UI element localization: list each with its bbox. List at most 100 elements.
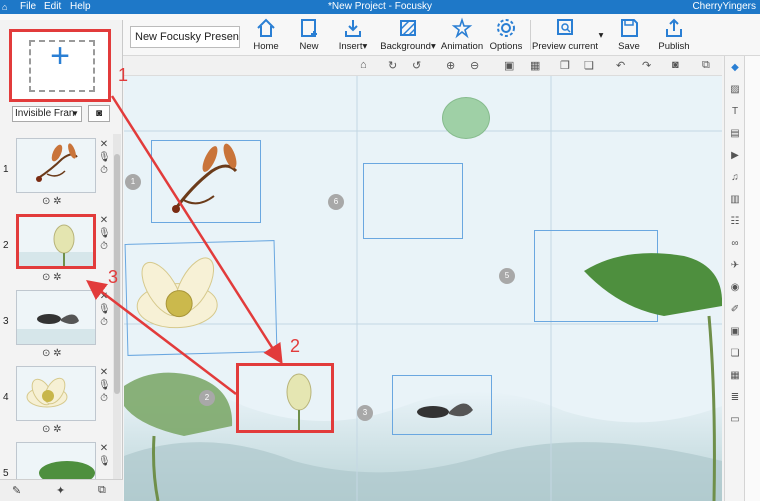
circle-shape[interactable] bbox=[442, 97, 490, 139]
frame-item[interactable]: 4 ✕ 🎙 ⏱ ⊙ ✲ bbox=[0, 364, 112, 440]
play-icon[interactable]: ⊙ bbox=[42, 272, 50, 283]
compass-icon[interactable]: ◉ bbox=[729, 282, 741, 294]
add-frame-button[interactable]: + bbox=[9, 29, 111, 102]
plane-icon[interactable]: ✈ bbox=[729, 260, 741, 272]
canvas-frame-dragonfly[interactable] bbox=[151, 140, 261, 223]
chevron-down-icon: ▼ bbox=[71, 109, 79, 118]
link-icon[interactable]: ∞ bbox=[729, 238, 741, 250]
brush-icon[interactable]: ✐ bbox=[729, 304, 741, 316]
inbox-icon[interactable]: ▭ bbox=[729, 414, 741, 426]
frame-thumbnail[interactable] bbox=[16, 366, 96, 421]
grid-icon[interactable]: ▦ bbox=[530, 59, 540, 72]
canvas-frame-fish[interactable] bbox=[392, 375, 492, 435]
rotate-right-icon[interactable]: ↻ bbox=[388, 59, 397, 72]
canvas-frame-lotus-bud-selected[interactable] bbox=[236, 363, 334, 433]
frame-item[interactable]: 1 ✕ 🎙 ⏱ ⊙ ✲ bbox=[0, 136, 112, 212]
frame-item[interactable]: 2 ✕ 🎙 ⏱ ⊙ ✲ bbox=[0, 212, 112, 288]
play-icon[interactable]: ⊙ bbox=[42, 348, 50, 359]
project-name-field[interactable]: New Focusky Presenta bbox=[130, 26, 240, 48]
frame-thumbnail-selected[interactable] bbox=[16, 214, 96, 269]
undo-icon[interactable]: ↶ bbox=[616, 59, 625, 72]
gear-icon[interactable]: ✲ bbox=[53, 348, 61, 359]
table-icon[interactable]: ▦ bbox=[729, 370, 741, 382]
timer-icon[interactable]: ⏱ bbox=[100, 241, 108, 252]
background-button[interactable]: Background▾ bbox=[380, 17, 436, 55]
play-icon[interactable]: ⊙ bbox=[42, 424, 50, 435]
layout-icon[interactable]: ⧉ bbox=[98, 484, 106, 497]
canvas-frame-lotus[interactable] bbox=[124, 240, 278, 356]
close-icon[interactable]: ✕ bbox=[100, 139, 108, 150]
frame-item[interactable]: 3 ✕ 🎙 ⏱ ⊙ ✲ bbox=[0, 288, 112, 364]
save-button[interactable]: Save bbox=[614, 17, 644, 55]
video-icon[interactable]: ▶ bbox=[729, 150, 741, 162]
frame-item[interactable]: 5 ✕ 🎙 bbox=[0, 440, 112, 479]
shapes-icon[interactable]: ◆ bbox=[729, 62, 741, 74]
zoom-in-icon[interactable]: ⊕ bbox=[446, 59, 455, 72]
image-icon[interactable]: ▨ bbox=[729, 84, 741, 96]
people-icon[interactable]: ☷ bbox=[729, 216, 741, 228]
frame-number: 4 bbox=[3, 392, 9, 403]
chart-icon[interactable]: ▥ bbox=[729, 194, 741, 206]
path-number-badge[interactable]: 2 bbox=[199, 390, 215, 406]
gear-icon[interactable]: ✲ bbox=[53, 272, 61, 283]
canvas-frame-empty[interactable] bbox=[534, 230, 658, 322]
animation-button[interactable]: Animation bbox=[440, 17, 484, 55]
lock-icon[interactable]: ▣ bbox=[504, 59, 514, 72]
title-bar: ⌂ File Edit Help *New Project - Focusky … bbox=[0, 0, 760, 14]
rotate-left-icon[interactable]: ↺ bbox=[412, 59, 421, 72]
frames-scrollbar[interactable] bbox=[113, 134, 121, 479]
paste-icon[interactable]: ❏ bbox=[584, 59, 594, 72]
insert-button[interactable]: Insert▾ bbox=[336, 17, 370, 55]
stack-icon[interactable]: ≣ bbox=[729, 392, 741, 404]
preview-current-button[interactable]: Preview current bbox=[532, 17, 598, 55]
close-icon[interactable]: ✕ bbox=[100, 367, 108, 378]
frame-thumbnail[interactable] bbox=[16, 138, 96, 193]
copy-icon[interactable]: ❐ bbox=[560, 59, 570, 72]
star-page-icon[interactable]: ✦ bbox=[56, 484, 65, 497]
music-icon[interactable]: ♫ bbox=[729, 172, 741, 184]
timer-icon[interactable]: ⏱ bbox=[100, 165, 108, 176]
microphone-icon[interactable]: 🎙 bbox=[98, 380, 111, 391]
camera-button[interactable]: ◙ bbox=[88, 105, 110, 122]
frame-thumbnail[interactable] bbox=[16, 290, 96, 345]
microphone-icon[interactable]: 🎙 bbox=[98, 228, 111, 239]
new-icon bbox=[298, 17, 320, 39]
redo-icon[interactable]: ↷ bbox=[642, 59, 651, 72]
toolbar-divider bbox=[530, 20, 531, 50]
home-view-icon[interactable]: ⌂ bbox=[360, 59, 367, 71]
new-button[interactable]: New bbox=[294, 17, 324, 55]
canvas-frame-empty[interactable] bbox=[363, 163, 463, 239]
timer-icon[interactable]: ⏱ bbox=[100, 393, 108, 404]
camera-icon[interactable]: ◙ bbox=[672, 59, 679, 71]
layers-icon[interactable]: ❏ bbox=[729, 348, 741, 360]
frame-thumbnail[interactable] bbox=[16, 442, 96, 479]
microphone-icon[interactable]: 🎙 bbox=[98, 152, 111, 163]
frames-panel: + Invisible Fran ▼ ◙ 1 ✕ 🎙 ⏱ ⊙ ✲ 2 ✕ 🎙 ⏱… bbox=[0, 20, 123, 501]
gallery-icon[interactable]: ▣ bbox=[729, 326, 741, 338]
close-icon[interactable]: ✕ bbox=[100, 443, 108, 454]
publish-button[interactable]: Publish bbox=[656, 17, 692, 55]
zoom-out-icon[interactable]: ⊖ bbox=[470, 59, 479, 72]
home-button[interactable]: Home bbox=[250, 17, 282, 55]
frame-type-select[interactable]: Invisible Fran ▼ bbox=[12, 106, 82, 122]
editing-canvas[interactable]: 1 6 5 2 3 bbox=[124, 76, 722, 501]
options-button[interactable]: Options bbox=[488, 17, 524, 55]
play-icon[interactable]: ⊙ bbox=[42, 196, 50, 207]
gear-icon[interactable]: ✲ bbox=[53, 196, 61, 207]
path-number-badge[interactable]: 3 bbox=[357, 405, 373, 421]
close-icon[interactable]: ✕ bbox=[100, 215, 108, 226]
frames-view-icon[interactable]: ⧉ bbox=[702, 59, 710, 72]
path-number-badge[interactable]: 6 bbox=[328, 194, 344, 210]
timer-icon[interactable]: ⏱ bbox=[100, 317, 108, 328]
microphone-icon[interactable]: 🎙 bbox=[98, 304, 111, 315]
text-icon[interactable]: T bbox=[729, 106, 741, 118]
microphone-icon[interactable]: 🎙 bbox=[98, 456, 111, 467]
layout-icon[interactable]: ▤ bbox=[729, 128, 741, 140]
properties-panel[interactable] bbox=[744, 56, 760, 501]
user-name[interactable]: CherryYingers bbox=[692, 1, 756, 12]
gear-icon[interactable]: ✲ bbox=[53, 424, 61, 435]
close-icon[interactable]: ✕ bbox=[100, 291, 108, 302]
path-number-badge[interactable]: 1 bbox=[125, 174, 141, 190]
edit-icon[interactable]: ✎ bbox=[12, 484, 21, 497]
path-number-badge[interactable]: 5 bbox=[499, 268, 515, 284]
